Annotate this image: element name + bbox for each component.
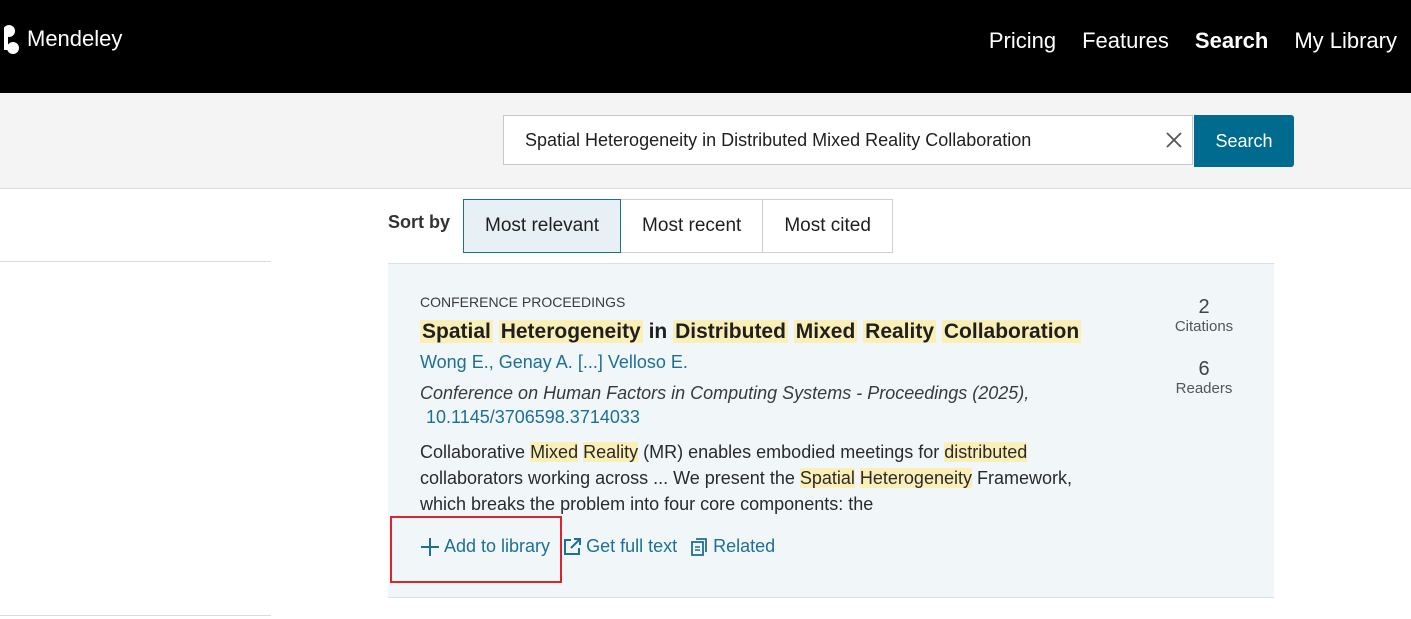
- citations-count: 2: [1198, 296, 1210, 318]
- sort-options: Most relevant Most recent Most cited: [463, 199, 893, 253]
- external-link-icon: [564, 537, 582, 555]
- search-band: Search: [0, 93, 1411, 189]
- abstract-line: which breaks the problem into four core …: [420, 491, 1140, 517]
- title-word: Mixed: [793, 320, 858, 343]
- author-separator: ,: [488, 352, 499, 372]
- result-card: CONFERENCE PROCEEDINGS Spatial Heterogen…: [388, 263, 1274, 598]
- get-full-text-link[interactable]: Get full text: [562, 536, 677, 557]
- readers-count: 6: [1198, 358, 1210, 380]
- sort-most-cited[interactable]: Most cited: [762, 199, 893, 253]
- readers-label: Readers: [1175, 380, 1233, 397]
- authors: Wong E., Genay A. [...] Velloso E.: [420, 352, 688, 373]
- title-word: Collaboration: [941, 320, 1082, 343]
- venue: Conference on Human Factors in Computing…: [420, 383, 1030, 403]
- get-full-text-label: Get full text: [586, 536, 678, 556]
- abstract-text: Collaborative: [420, 442, 531, 462]
- title-word: Reality: [863, 320, 937, 343]
- search-button[interactable]: Search: [1194, 115, 1294, 167]
- abstract-text: Framework,: [971, 468, 1072, 488]
- nav-pricing[interactable]: Pricing: [989, 26, 1056, 56]
- filter-divider: [0, 615, 271, 616]
- sort-most-recent[interactable]: Most recent: [620, 199, 764, 253]
- add-to-library-label: Add to library: [444, 536, 551, 556]
- title-word: Heterogeneity: [498, 320, 643, 343]
- related-icon: [691, 537, 708, 556]
- abstract-line: Collaborative Mixed Reality (MR) enables…: [420, 439, 1140, 465]
- plus-icon: [421, 537, 439, 556]
- brand-name: Mendeley: [27, 26, 123, 51]
- sort-label: Sort by: [388, 212, 451, 232]
- author-link[interactable]: Genay A.: [499, 352, 573, 372]
- author-link[interactable]: Velloso E.: [608, 352, 688, 372]
- author-link[interactable]: Wong E.: [420, 352, 489, 372]
- abstract-highlight: Reality: [583, 442, 639, 462]
- abstract-highlight: distributed: [944, 442, 1028, 462]
- nav-my-library[interactable]: My Library: [1294, 26, 1397, 56]
- abstract-line: collaborators working across ... We pres…: [420, 465, 1140, 491]
- abstract-highlight: Spatial: [799, 468, 855, 488]
- nav-features[interactable]: Features: [1082, 26, 1169, 56]
- related-label: Related: [713, 536, 776, 556]
- citations-label: Citations: [1174, 318, 1234, 335]
- title-word: Distributed: [673, 320, 788, 343]
- main-nav: Pricing Features Search My Library: [989, 26, 1397, 56]
- authors-expand[interactable]: [...]: [578, 352, 603, 372]
- abstract-text: which breaks the problem into four core …: [420, 494, 874, 514]
- title-word: Spatial: [420, 320, 493, 343]
- close-icon[interactable]: [1162, 128, 1186, 152]
- title-word: in: [648, 320, 668, 343]
- brand-logo[interactable]: Mendeley: [0, 22, 122, 56]
- sort-most-relevant[interactable]: Most relevant: [463, 199, 622, 253]
- top-navigation-bar: Mendeley Pricing Features Search My Libr…: [0, 0, 1411, 93]
- doi-link[interactable]: 10.1145/3706598.3714033: [426, 407, 640, 428]
- abstract: Collaborative Mixed Reality (MR) enables…: [420, 439, 1140, 517]
- abstract-text: (MR) enables embodied meetings for: [638, 442, 945, 462]
- abstract-highlight: Heterogeneity: [859, 468, 972, 488]
- abstract-highlight: Mixed: [530, 442, 579, 462]
- filter-divider: [0, 261, 271, 262]
- search-input[interactable]: [525, 116, 1125, 164]
- document-type: CONFERENCE PROCEEDINGS: [420, 294, 626, 310]
- search-box: [503, 115, 1193, 165]
- result-actions: Add to library Get full text Related: [420, 536, 787, 557]
- related-link[interactable]: Related: [689, 536, 775, 557]
- add-to-library-button[interactable]: Add to library: [420, 536, 550, 557]
- nav-search[interactable]: Search: [1195, 26, 1268, 56]
- result-stats: 2 Citations 6 Readers: [1164, 296, 1244, 398]
- result-title[interactable]: Spatial Heterogeneity in Distributed Mix…: [420, 316, 1082, 348]
- abstract-text: collaborators working across ... We pres…: [420, 468, 800, 488]
- mendeley-logo-icon: [0, 22, 19, 56]
